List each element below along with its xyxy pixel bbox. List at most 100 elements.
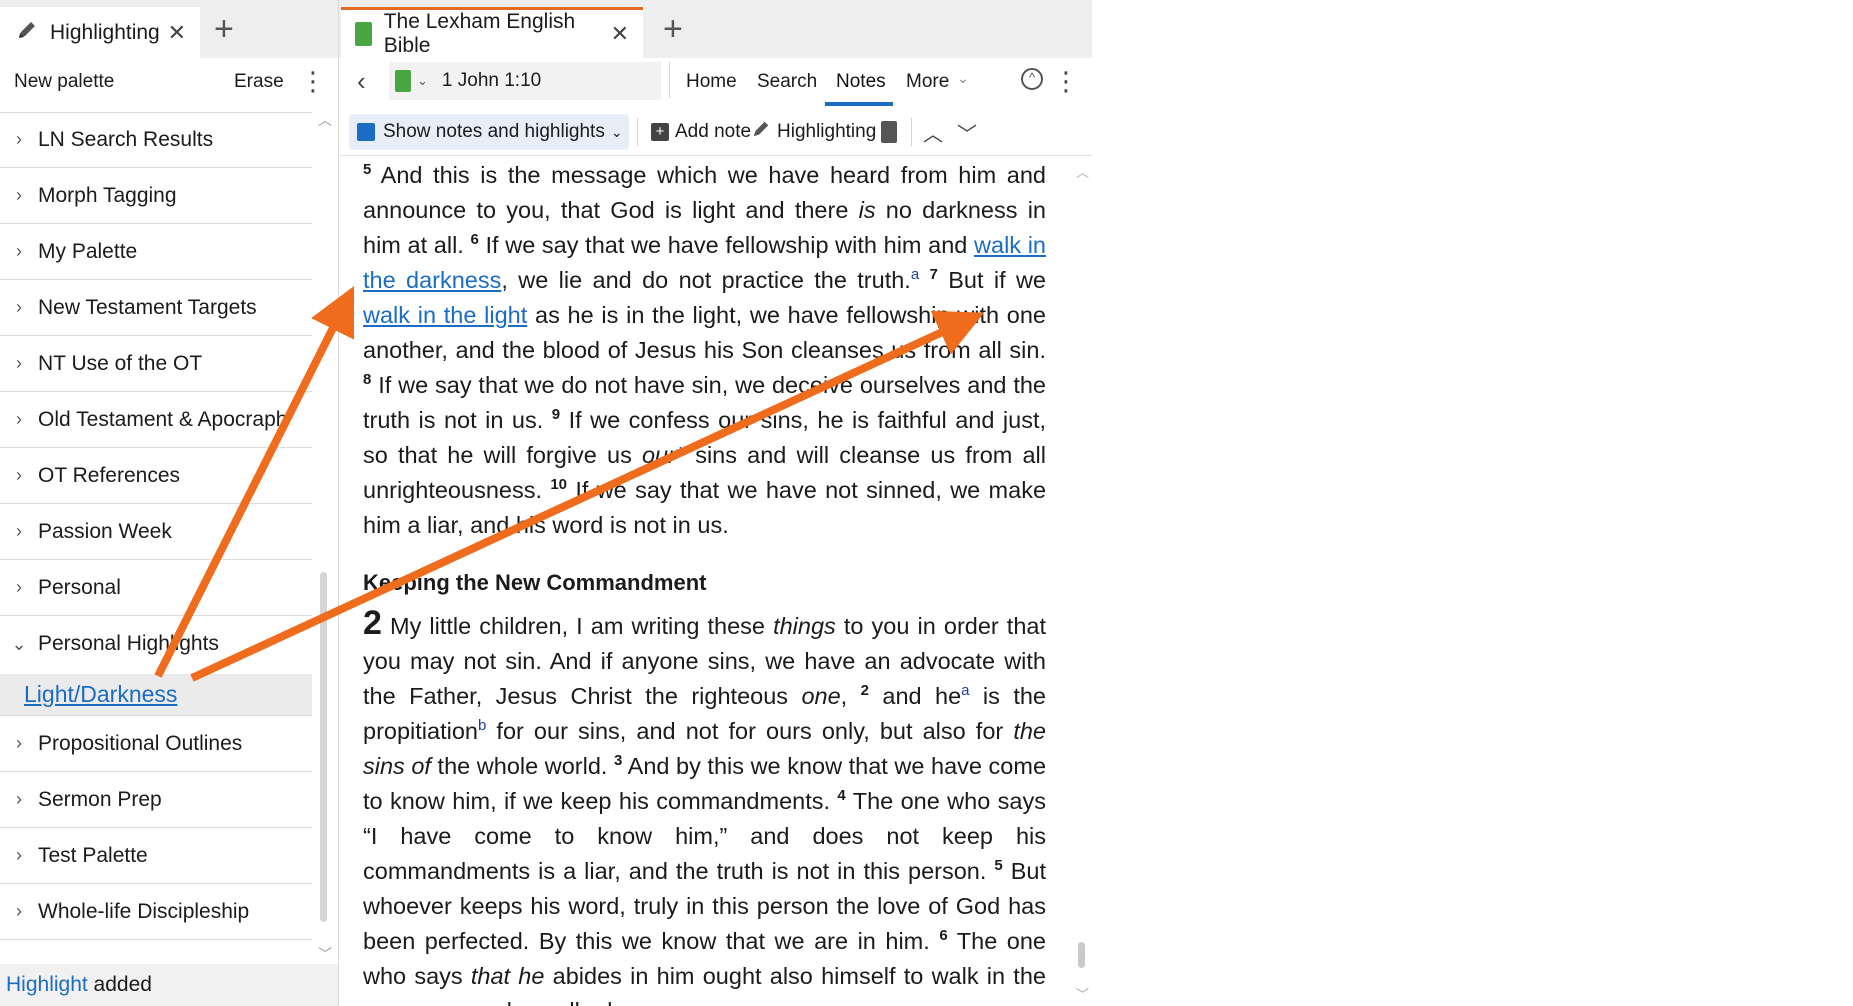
previous-icon[interactable]: ︿ bbox=[923, 108, 943, 156]
close-icon[interactable]: ✕ bbox=[168, 20, 186, 46]
palette-toolbar: New palette Erase ⋮ bbox=[0, 58, 338, 106]
reference-input[interactable]: 1 John 1:10 bbox=[442, 70, 541, 92]
verse-text: If we say that we have fellowship with h… bbox=[485, 232, 975, 258]
scrollbar-thumb[interactable] bbox=[1078, 942, 1085, 968]
list-item-label: Whole-life Discipleship bbox=[38, 899, 250, 923]
chapter-1-paragraph: 5 And this is the message which we have … bbox=[363, 158, 1046, 543]
sync-icon[interactable]: ^ bbox=[1021, 68, 1043, 90]
chevron-right-icon: › bbox=[16, 297, 22, 317]
list-item[interactable]: › Personal bbox=[0, 560, 312, 616]
list-item[interactable]: › Morph Tagging bbox=[0, 168, 312, 224]
footnote-marker[interactable]: a bbox=[911, 266, 919, 283]
scroll-down-icon[interactable]: ﹀ bbox=[1076, 984, 1089, 1003]
chevron-right-icon: › bbox=[16, 409, 22, 429]
footnote-marker[interactable]: a bbox=[961, 682, 969, 699]
chevron-down-icon[interactable]: ⌄ bbox=[957, 70, 969, 87]
bible-panel: The Lexham English Bible ✕ + ‹ ⌄ 1 John … bbox=[339, 0, 1092, 1006]
add-tab-icon[interactable]: + bbox=[663, 12, 683, 46]
bible-text: 5 And this is the message which we have … bbox=[363, 158, 1046, 1006]
scrollbar-thumb[interactable] bbox=[320, 572, 327, 922]
chevron-right-icon: › bbox=[16, 845, 22, 865]
right-tabbar: The Lexham English Bible ✕ + bbox=[339, 0, 1092, 58]
nav-home[interactable]: Home bbox=[686, 58, 737, 106]
section-heading: Keeping the New Commandment bbox=[363, 570, 707, 595]
list-item-label: Old Testament & Apocraph bbox=[38, 407, 288, 431]
verse-text: My little children, I am writing these bbox=[390, 613, 774, 639]
reference-box[interactable]: ⌄ 1 John 1:10 bbox=[389, 62, 661, 100]
empty-area bbox=[1093, 0, 1853, 1006]
nav-more[interactable]: More bbox=[906, 58, 949, 106]
scroll-down-icon[interactable]: ﹀ bbox=[318, 944, 332, 964]
erase-button[interactable]: Erase bbox=[234, 71, 284, 93]
divider bbox=[669, 62, 670, 98]
tab-lexham-bible[interactable]: The Lexham English Bible ✕ bbox=[341, 7, 643, 58]
list-item-label: Personal Highlights bbox=[38, 632, 219, 655]
scroll-up-icon[interactable]: ︿ bbox=[318, 110, 332, 130]
more-options-icon[interactable]: ⋮ bbox=[300, 68, 326, 94]
add-tab-icon[interactable]: + bbox=[214, 12, 234, 46]
nav-notes[interactable]: Notes bbox=[836, 58, 886, 106]
list-item[interactable]: › Whole-life Discipleship bbox=[0, 884, 312, 940]
list-item[interactable]: › OT References bbox=[0, 448, 312, 504]
close-icon[interactable]: ✕ bbox=[611, 21, 629, 47]
verse-text: that he bbox=[470, 963, 545, 989]
tab-highlighting[interactable]: Highlighting ✕ bbox=[0, 7, 200, 58]
status-bar: Highlight added bbox=[0, 964, 338, 1006]
more-options-icon[interactable]: ⋮ bbox=[1053, 68, 1079, 94]
verse-text: for our sins, and not for ours only, but… bbox=[486, 718, 1014, 744]
list-item[interactable]: › Test Palette bbox=[0, 828, 312, 884]
list-item[interactable]: › My Palette bbox=[0, 224, 312, 280]
list-item-label: Morph Tagging bbox=[38, 183, 177, 207]
show-notes-button[interactable]: Show notes and highlights ⌄ bbox=[349, 114, 629, 150]
list-item[interactable]: › Old Testament & Apocraph bbox=[0, 392, 312, 448]
verse-number: 4 bbox=[837, 787, 846, 805]
list-item[interactable]: › Passion Week bbox=[0, 504, 312, 560]
add-note-button[interactable]: + Add note bbox=[651, 108, 751, 156]
tab-label: The Lexham English Bible bbox=[383, 10, 576, 57]
navigation-bar: ‹ ⌄ 1 John 1:10 Home Search Notes More ⌄… bbox=[339, 58, 1092, 106]
verse-text: , we lie and do not practice the truth. bbox=[501, 267, 911, 293]
scroll-up-icon[interactable]: ︿ bbox=[1076, 162, 1089, 181]
notebook-icon[interactable] bbox=[881, 108, 897, 156]
chevron-down-icon[interactable]: ⌄ bbox=[417, 73, 428, 89]
add-note-label: Add note bbox=[675, 121, 752, 142]
nav-search[interactable]: Search bbox=[757, 58, 817, 106]
list-item-label: OT References bbox=[38, 463, 181, 487]
list-item-expanded[interactable]: ⌄ Personal Highlights bbox=[0, 616, 312, 672]
list-item-label: NT Use of the OT bbox=[38, 351, 203, 375]
next-icon[interactable]: ﹀ bbox=[957, 108, 977, 156]
divider bbox=[637, 118, 638, 146]
new-palette-button[interactable]: New palette bbox=[14, 71, 114, 93]
list-item[interactable]: › Propositional Outlines bbox=[0, 716, 312, 772]
verse-text: things bbox=[773, 613, 836, 639]
list-item[interactable]: › LN Search Results bbox=[0, 112, 312, 168]
left-tabbar: Highlighting ✕ + bbox=[0, 0, 338, 58]
pen-icon bbox=[16, 19, 38, 47]
footnote-marker[interactable]: * bbox=[676, 442, 685, 468]
back-icon[interactable]: ‹ bbox=[357, 66, 366, 97]
chevron-down-icon: ⌄ bbox=[610, 123, 623, 140]
verse-number: 8 bbox=[363, 371, 372, 389]
list-item[interactable]: › NT Use of the OT bbox=[0, 336, 312, 392]
verse-number: 2 bbox=[860, 682, 869, 700]
verse-text: the whole world. bbox=[430, 753, 608, 779]
list-item[interactable]: › Sermon Prep bbox=[0, 772, 312, 828]
add-note-icon: + bbox=[651, 123, 669, 141]
list-item[interactable]: › New Testament Targets bbox=[0, 280, 312, 336]
highlighting-label: Highlighting bbox=[777, 121, 877, 142]
status-link[interactable]: Highlight bbox=[6, 973, 88, 997]
verse-number: 6 bbox=[939, 927, 948, 945]
verse-text: , bbox=[840, 683, 848, 709]
chevron-right-icon: › bbox=[16, 521, 22, 541]
highlighting-button[interactable]: Highlighting bbox=[751, 108, 876, 156]
verse-text: and he bbox=[882, 683, 962, 709]
list-item-label: Sermon Prep bbox=[38, 787, 162, 811]
chevron-right-icon: › bbox=[16, 353, 22, 373]
chevron-right-icon: › bbox=[16, 733, 22, 753]
highlight-style-light-darkness[interactable]: Light/Darkness bbox=[0, 674, 312, 716]
divider bbox=[911, 118, 912, 146]
pen-icon bbox=[751, 119, 771, 145]
chapter-number: 2 bbox=[363, 604, 382, 642]
verse-number: 6 bbox=[470, 231, 479, 249]
highlighted-phrase[interactable]: walk in the light bbox=[363, 302, 527, 328]
